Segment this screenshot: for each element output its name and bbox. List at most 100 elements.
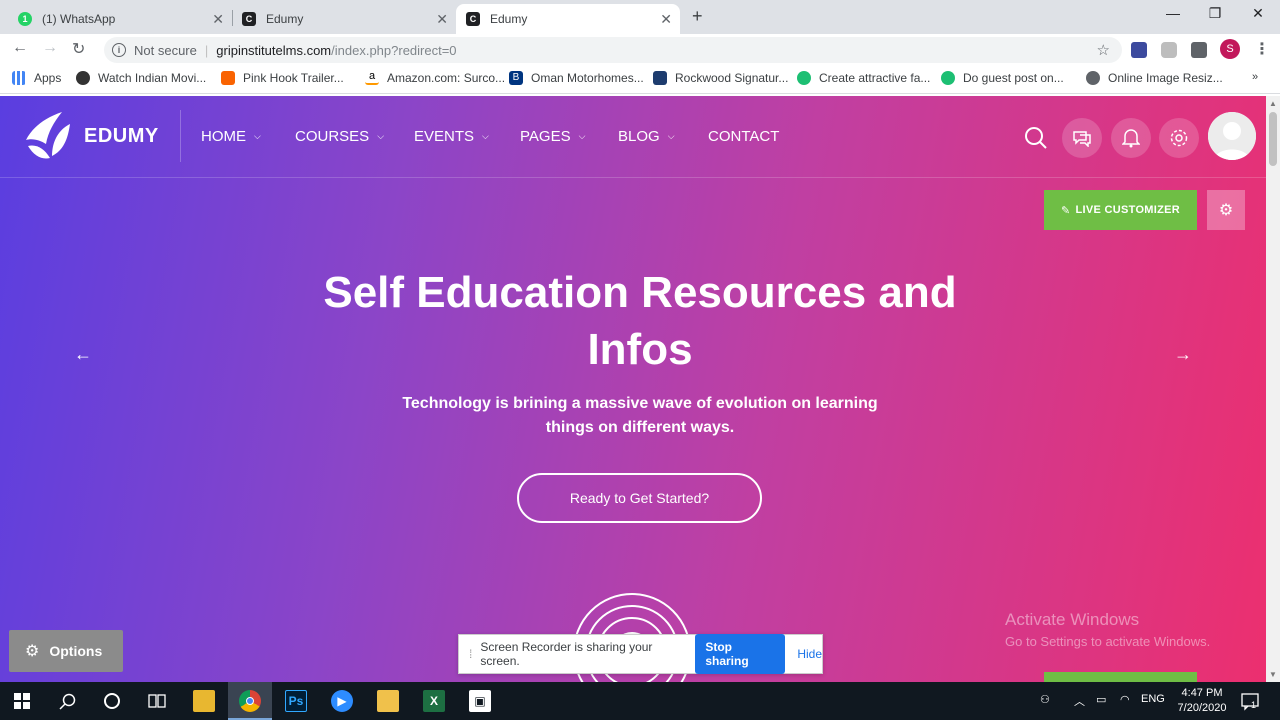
url-text[interactable]: gripinstitutelms.com/index.php?redirect=… bbox=[216, 43, 456, 58]
cortana-icon[interactable] bbox=[103, 692, 121, 710]
chevron-down-icon: ⌵ bbox=[377, 131, 385, 141]
excel-icon[interactable]: X bbox=[423, 690, 445, 712]
minimize-button[interactable]: — bbox=[1158, 5, 1188, 21]
puzzle-extensions-icon[interactable] bbox=[1191, 42, 1207, 58]
address-bar[interactable]: i Not secure | gripinstitutelms.com/inde… bbox=[104, 37, 1122, 63]
whatsapp-icon: 1 bbox=[18, 12, 32, 26]
zoom-icon[interactable]: ▶ bbox=[331, 690, 353, 712]
bookmark-item[interactable]: Pink Hook Trailer... bbox=[221, 71, 344, 85]
windows-start-icon[interactable] bbox=[14, 693, 30, 709]
apps-grid-icon bbox=[12, 71, 26, 85]
chrome-menu-icon[interactable]: ⋮ bbox=[1254, 39, 1270, 59]
fiverr-icon bbox=[941, 71, 955, 85]
tab-edumy-1[interactable]: C Edumy ✕ bbox=[232, 4, 456, 34]
nav-home[interactable]: HOME ⌵ bbox=[201, 128, 261, 145]
edumy-logo[interactable]: EDUMY bbox=[22, 110, 159, 162]
bookmark-item[interactable]: Watch Indian Movi... bbox=[76, 71, 206, 85]
page-scrollbar[interactable]: ▲ ▼ bbox=[1266, 96, 1280, 682]
live-customizer-button[interactable]: ✎ LIVE CUSTOMIZER bbox=[1044, 190, 1197, 230]
options-button[interactable]: ⚙ Options bbox=[9, 630, 123, 672]
nav-pages[interactable]: PAGES ⌵ bbox=[520, 128, 585, 145]
activate-windows-hint: Go to Settings to activate Windows. bbox=[1005, 634, 1211, 649]
browser-toolbar: ← → ↻ i Not secure | gripinstitutelms.co… bbox=[0, 34, 1280, 64]
messages-icon[interactable] bbox=[1062, 118, 1102, 158]
bookmark-item[interactable]: a Amazon.com: Surco... bbox=[365, 71, 505, 85]
pencil-icon: ✎ bbox=[1060, 204, 1071, 217]
chevron-down-icon: ⌵ bbox=[578, 131, 586, 141]
info-icon[interactable]: i bbox=[112, 43, 126, 57]
bookmark-item[interactable]: Rockwood Signatur... bbox=[653, 71, 788, 85]
notifications-icon[interactable]: 1 bbox=[1240, 691, 1260, 711]
nav-contact[interactable]: CONTACT bbox=[708, 128, 779, 145]
tab-edumy-active[interactable]: C Edumy ✕ bbox=[456, 4, 680, 34]
fiverr-icon bbox=[797, 71, 811, 85]
booking-icon: B bbox=[509, 71, 523, 85]
bookmark-item[interactable]: Do guest post on... bbox=[941, 71, 1064, 85]
camera-icon[interactable] bbox=[1161, 42, 1177, 58]
extension-screen-icon[interactable] bbox=[1131, 42, 1147, 58]
scrollbar-thumb[interactable] bbox=[1269, 112, 1277, 166]
screen-share-notification: ⁞ Screen Recorder is sharing your screen… bbox=[458, 634, 823, 674]
edumy-logo-icon bbox=[26, 112, 70, 159]
chevron-down-icon: ⌵ bbox=[482, 131, 489, 141]
system-clock[interactable]: 4:47 PM 7/20/2020 bbox=[1172, 686, 1232, 716]
hero-subtitle: Technology is brining a massive wave of … bbox=[402, 395, 878, 436]
bookmark-item[interactable]: Create attractive fa... bbox=[797, 71, 930, 85]
tab-title: (1) WhatsApp bbox=[42, 12, 116, 26]
wifi-icon[interactable]: ◠ bbox=[1120, 693, 1130, 706]
folder-app-icon[interactable] bbox=[377, 690, 399, 712]
c-favicon-icon: C bbox=[466, 12, 480, 26]
bookmark-star-icon[interactable]: ☆ bbox=[1097, 41, 1110, 59]
user-avatar[interactable] bbox=[1208, 112, 1256, 160]
task-view-icon[interactable] bbox=[148, 693, 166, 709]
back-icon[interactable]: ← bbox=[12, 39, 28, 57]
language-indicator[interactable]: ENG bbox=[1141, 693, 1165, 705]
close-window-button[interactable]: ✕ bbox=[1243, 5, 1273, 22]
show-hidden-icons-icon[interactable]: ︿ bbox=[1074, 693, 1085, 709]
amazon-icon: a bbox=[365, 71, 379, 85]
drag-handle-icon[interactable]: ⁞ bbox=[469, 647, 472, 661]
bookmark-apps[interactable]: Apps bbox=[12, 71, 61, 85]
screen-recorder-icon[interactable]: ▣ bbox=[469, 690, 491, 712]
close-tab-icon[interactable]: ✕ bbox=[660, 11, 672, 28]
chevron-down-icon: ⌵ bbox=[667, 131, 675, 141]
settings-gear-icon[interactable] bbox=[1159, 118, 1199, 158]
nav-events[interactable]: EVENTS ⌵ bbox=[414, 128, 489, 145]
close-tab-icon[interactable]: ✕ bbox=[436, 11, 448, 28]
close-tab-icon[interactable]: ✕ bbox=[212, 11, 224, 28]
customizer-gear-button[interactable]: ⚙ bbox=[1207, 190, 1245, 230]
bookmarks-overflow-icon[interactable]: » bbox=[1252, 71, 1258, 83]
forward-icon[interactable]: → bbox=[42, 39, 58, 57]
hide-button[interactable]: Hide bbox=[797, 647, 822, 661]
notification-bell-icon[interactable] bbox=[1111, 118, 1151, 158]
tab-whatsapp[interactable]: 1 (1) WhatsApp ✕ bbox=[8, 4, 232, 34]
gear-icon: ⚙ bbox=[25, 643, 40, 660]
edumy-page: EDUMY HOME ⌵ COURSES ⌵ EVENTS ⌵ PAGES ⌵ BLOG… bbox=[0, 96, 1266, 682]
file-explorer-icon[interactable] bbox=[193, 690, 215, 712]
live-customizer-button-peek bbox=[1044, 672, 1197, 682]
logo-text: EDUMY bbox=[84, 124, 159, 147]
people-icon[interactable]: ⚇ bbox=[1040, 693, 1050, 706]
get-started-button[interactable]: Ready to Get Started? bbox=[517, 473, 762, 523]
film-reel-icon bbox=[76, 71, 90, 85]
browser-tab-strip: 1 (1) WhatsApp ✕ C Edumy ✕ C Edumy ✕ + —… bbox=[0, 0, 1280, 34]
reload-icon[interactable]: ↻ bbox=[72, 39, 85, 59]
c-favicon-icon: C bbox=[242, 12, 256, 26]
search-icon[interactable] bbox=[1024, 126, 1048, 150]
battery-icon[interactable]: ▭ bbox=[1096, 693, 1106, 706]
bookmark-item[interactable]: B Oman Motorhomes... bbox=[509, 71, 644, 85]
chrome-icon[interactable] bbox=[239, 690, 261, 712]
nav-courses[interactable]: COURSES ⌵ bbox=[295, 128, 384, 145]
stop-sharing-button[interactable]: Stop sharing bbox=[695, 634, 786, 674]
new-tab-button[interactable]: + bbox=[692, 6, 703, 27]
site-header: EDUMY HOME ⌵ COURSES ⌵ EVENTS ⌵ PAGES ⌵ BLOG… bbox=[0, 96, 1266, 178]
search-icon[interactable] bbox=[59, 693, 76, 710]
bookmark-item[interactable]: Online Image Resiz... bbox=[1086, 71, 1223, 85]
maximize-button[interactable]: ❐ bbox=[1200, 5, 1230, 22]
nav-blog[interactable]: BLOG ⌵ bbox=[618, 128, 675, 145]
photoshop-icon[interactable]: Ps bbox=[285, 690, 307, 712]
globe-icon bbox=[1086, 71, 1100, 85]
mountain-icon bbox=[653, 71, 667, 85]
profile-avatar[interactable]: S bbox=[1220, 39, 1240, 59]
share-message: Screen Recorder is sharing your screen. bbox=[480, 640, 653, 668]
